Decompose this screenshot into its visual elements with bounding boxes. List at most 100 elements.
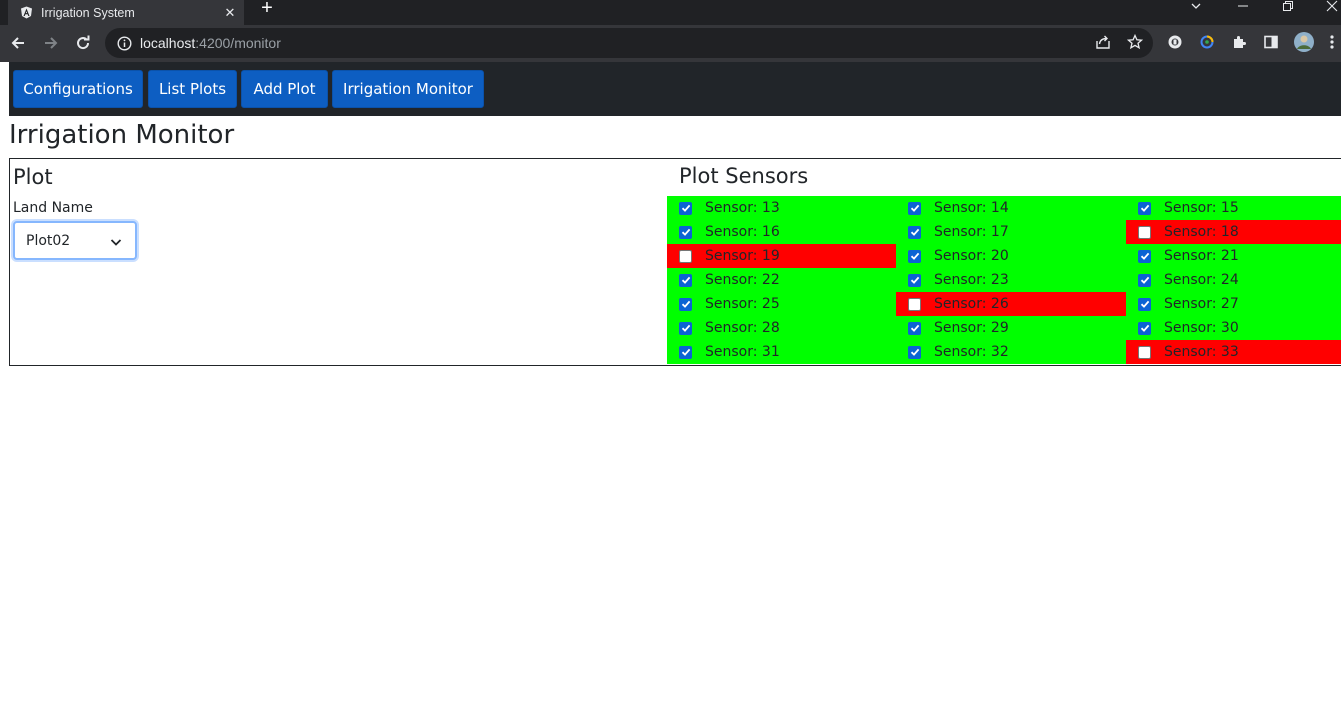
sensor-checkbox[interactable] bbox=[679, 345, 692, 359]
sensor-label: Sensor: 17 bbox=[934, 224, 1009, 240]
sensor-checkbox[interactable] bbox=[1138, 249, 1151, 263]
sensor-item: Sensor: 21 bbox=[1126, 244, 1341, 268]
browser-tab-title: Irrigation System bbox=[41, 5, 135, 20]
sensor-label: Sensor: 31 bbox=[705, 344, 780, 360]
add-plot-button[interactable]: Add Plot bbox=[241, 70, 328, 108]
sensor-checkbox[interactable] bbox=[908, 249, 921, 263]
sensor-label: Sensor: 20 bbox=[934, 248, 1009, 264]
sensor-label: Sensor: 15 bbox=[1164, 200, 1239, 216]
sensor-checkbox[interactable] bbox=[908, 201, 921, 215]
browser-tab[interactable]: Irrigation System ✕ bbox=[8, 0, 244, 25]
sensor-label: Sensor: 33 bbox=[1164, 344, 1239, 360]
irrigation-monitor-button[interactable]: Irrigation Monitor bbox=[332, 70, 484, 108]
reload-icon[interactable] bbox=[71, 31, 95, 55]
sensor-item: Sensor: 17 bbox=[896, 220, 1126, 244]
sensor-item: Sensor: 15 bbox=[1126, 196, 1341, 220]
sensor-checkbox[interactable] bbox=[1138, 225, 1151, 239]
sensor-label: Sensor: 13 bbox=[705, 200, 780, 216]
plot-heading: Plot bbox=[13, 165, 53, 189]
new-tab-button[interactable]: + bbox=[256, 0, 278, 20]
sensor-checkbox[interactable] bbox=[908, 225, 921, 239]
browser-toolbar: localhost:4200/monitor bbox=[0, 25, 1341, 62]
site-info-icon[interactable] bbox=[116, 35, 132, 51]
sensor-checkbox[interactable] bbox=[1138, 321, 1151, 335]
page-title: Irrigation Monitor bbox=[9, 120, 235, 150]
app-navbar: Configurations List Plots Add Plot Irrig… bbox=[9, 62, 1341, 116]
sensor-checkbox[interactable] bbox=[679, 249, 692, 263]
sensor-item: Sensor: 26 bbox=[896, 292, 1126, 316]
profile-avatar-icon[interactable] bbox=[1292, 30, 1316, 54]
angular-favicon-icon bbox=[19, 6, 33, 20]
configurations-button[interactable]: Configurations bbox=[13, 70, 143, 108]
browser-menu-icon[interactable] bbox=[1326, 32, 1338, 52]
share-icon[interactable] bbox=[1093, 32, 1113, 52]
sensor-item: Sensor: 31 bbox=[667, 340, 896, 364]
sensor-checkbox[interactable] bbox=[679, 297, 692, 311]
sensor-label: Sensor: 16 bbox=[705, 224, 780, 240]
side-panel-icon[interactable] bbox=[1261, 32, 1281, 52]
sensor-grid: Sensor: 13 Sensor: 14 Sensor: 15 Sensor: 16… bbox=[667, 196, 1341, 364]
sensor-label: Sensor: 27 bbox=[1164, 296, 1239, 312]
sensor-label: Sensor: 14 bbox=[934, 200, 1009, 216]
sensor-checkbox[interactable] bbox=[1138, 273, 1151, 287]
forward-arrow-icon[interactable] bbox=[39, 31, 63, 55]
land-name-selected-value: Plot02 bbox=[26, 232, 71, 249]
sensor-checkbox[interactable] bbox=[908, 321, 921, 335]
tab-close-icon[interactable]: ✕ bbox=[220, 5, 240, 21]
sensor-item: Sensor: 25 bbox=[667, 292, 896, 316]
sensor-item: Sensor: 14 bbox=[896, 196, 1126, 220]
sensor-label: Sensor: 22 bbox=[705, 272, 780, 288]
sensor-label: Sensor: 29 bbox=[934, 320, 1009, 336]
restore-icon[interactable] bbox=[1278, 0, 1298, 16]
sensor-item: Sensor: 22 bbox=[667, 268, 896, 292]
lens-extension-icon[interactable] bbox=[1197, 32, 1217, 52]
url-host: localhost bbox=[140, 35, 196, 51]
sensor-checkbox[interactable] bbox=[908, 297, 921, 311]
sensor-label: Sensor: 25 bbox=[705, 296, 780, 312]
back-arrow-icon[interactable] bbox=[6, 31, 30, 55]
extensions-puzzle-icon[interactable] bbox=[1229, 32, 1249, 52]
sensor-checkbox[interactable] bbox=[908, 345, 921, 359]
monitor-panel: Plot Land Name Plot02 Plot Sensors Senso… bbox=[9, 158, 1341, 366]
minimize-icon[interactable] bbox=[1233, 0, 1253, 16]
bookmark-star-icon[interactable] bbox=[1125, 32, 1145, 52]
sensor-item: Sensor: 29 bbox=[896, 316, 1126, 340]
land-name-select[interactable]: Plot02 bbox=[13, 221, 137, 260]
sensor-item: Sensor: 24 bbox=[1126, 268, 1341, 292]
sensor-item: Sensor: 27 bbox=[1126, 292, 1341, 316]
list-plots-button[interactable]: List Plots bbox=[148, 70, 237, 108]
close-window-icon[interactable] bbox=[1322, 0, 1341, 16]
land-name-label: Land Name bbox=[13, 200, 93, 216]
sensor-checkbox[interactable] bbox=[679, 273, 692, 287]
sensor-item: Sensor: 30 bbox=[1126, 316, 1341, 340]
sensor-item: Sensor: 32 bbox=[896, 340, 1126, 364]
sensor-item: Sensor: 23 bbox=[896, 268, 1126, 292]
sensor-label: Sensor: 24 bbox=[1164, 272, 1239, 288]
sensor-checkbox[interactable] bbox=[679, 321, 692, 335]
sensor-checkbox[interactable] bbox=[679, 201, 692, 215]
extension-badge-icon[interactable] bbox=[1165, 32, 1185, 52]
sensor-checkbox[interactable] bbox=[1138, 201, 1151, 215]
browser-tabstrip: Irrigation System ✕ + bbox=[0, 0, 1341, 25]
sensor-label: Sensor: 21 bbox=[1164, 248, 1239, 264]
sensor-checkbox[interactable] bbox=[679, 225, 692, 239]
plot-sensors-heading: Plot Sensors bbox=[679, 164, 809, 188]
sensor-label: Sensor: 23 bbox=[934, 272, 1009, 288]
tab-search-icon[interactable] bbox=[1186, 0, 1206, 16]
sensor-item: Sensor: 28 bbox=[667, 316, 896, 340]
address-bar[interactable]: localhost:4200/monitor bbox=[105, 28, 1153, 58]
sensor-item: Sensor: 13 bbox=[667, 196, 896, 220]
sensor-label: Sensor: 26 bbox=[934, 296, 1009, 312]
url-path: :4200/monitor bbox=[195, 35, 281, 51]
sensor-item: Sensor: 20 bbox=[896, 244, 1126, 268]
sensor-item: Sensor: 33 bbox=[1126, 340, 1341, 364]
sensor-item: Sensor: 16 bbox=[667, 220, 896, 244]
sensor-label: Sensor: 28 bbox=[705, 320, 780, 336]
sensor-checkbox[interactable] bbox=[1138, 297, 1151, 311]
sensor-label: Sensor: 18 bbox=[1164, 224, 1239, 240]
sensor-checkbox[interactable] bbox=[1138, 345, 1151, 359]
sensor-checkbox[interactable] bbox=[908, 273, 921, 287]
sensor-label: Sensor: 30 bbox=[1164, 320, 1239, 336]
chevron-down-icon bbox=[110, 235, 122, 251]
sensor-item: Sensor: 19 bbox=[667, 244, 896, 268]
